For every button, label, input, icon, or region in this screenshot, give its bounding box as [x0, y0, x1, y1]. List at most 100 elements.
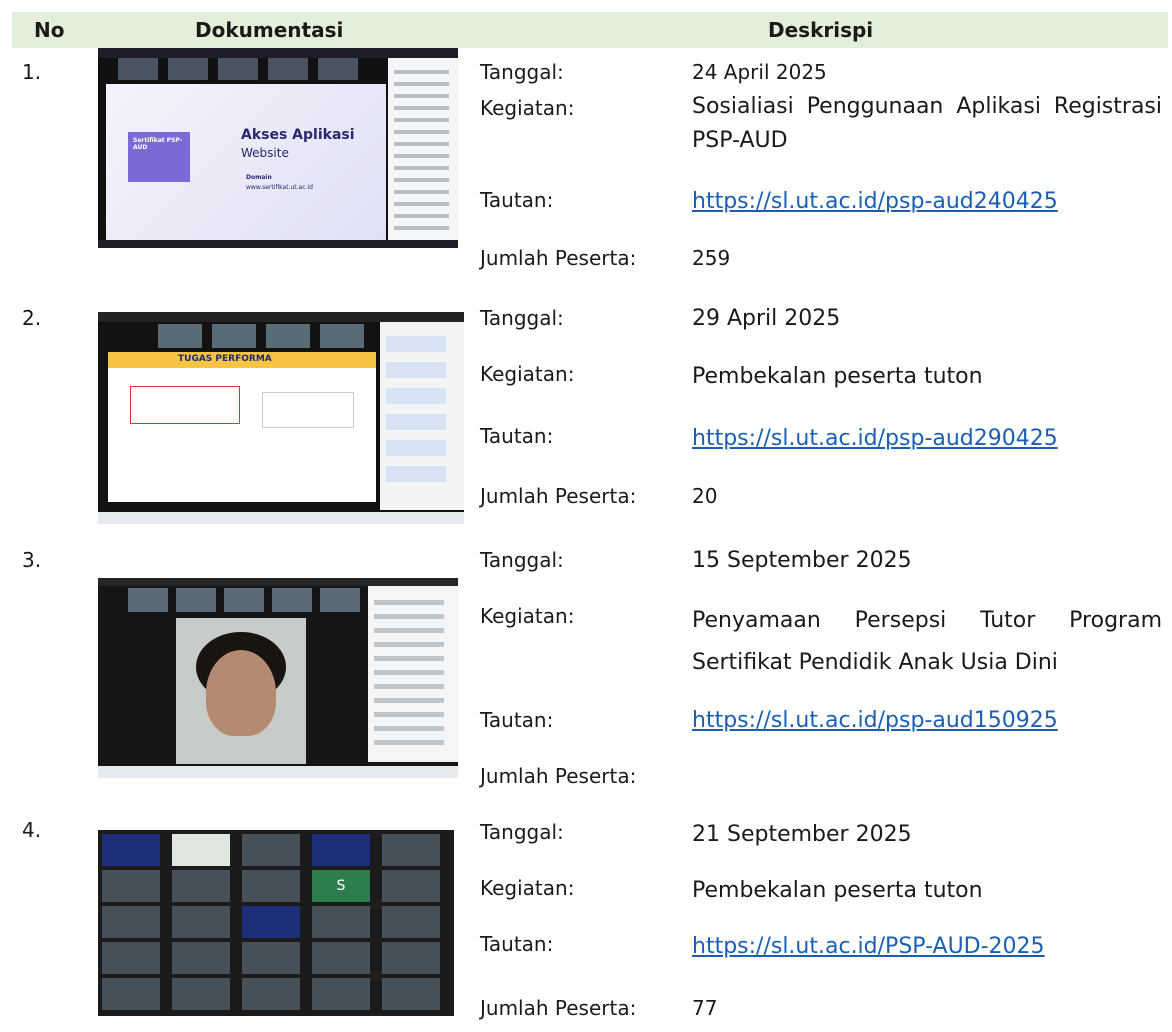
- label-kegiatan: Kegiatan:: [480, 96, 575, 120]
- participant-video: [272, 588, 312, 612]
- value-tanggal: 24 April 2025: [692, 60, 827, 84]
- taskbar: [98, 766, 458, 778]
- participant-tile: [242, 870, 300, 902]
- speaker-face: [206, 650, 276, 736]
- participant-tile: [312, 834, 370, 866]
- taskbar: [98, 512, 464, 524]
- value-tanggal: 29 April 2025: [692, 306, 841, 331]
- participant-video: [168, 58, 208, 80]
- label-kegiatan: Kegiatan:: [480, 604, 575, 628]
- participant-tile: [172, 978, 230, 1010]
- header-deskripsi: Deskrispi: [768, 18, 874, 42]
- participant-tile: [172, 870, 230, 902]
- participant-tile: [382, 978, 440, 1010]
- participant-tile: [382, 942, 440, 974]
- slide-subtitle: Website: [241, 146, 289, 160]
- participant-video: [176, 588, 216, 612]
- participant-tile: [102, 870, 160, 902]
- value-kegiatan: Sosialiasi Penggunaan Aplikasi Registras…: [692, 94, 1162, 153]
- participant-tile: [382, 834, 440, 866]
- participant-tile: [242, 834, 300, 866]
- value-kegiatan: Pembekalan peserta tuton: [692, 878, 983, 903]
- link-tautan[interactable]: https://sl.ut.ac.id/psp-aud150925: [692, 708, 1058, 733]
- participant-tile: [172, 942, 230, 974]
- participant-video: [318, 58, 358, 80]
- label-kegiatan: Kegiatan:: [480, 362, 575, 386]
- participant-video: [212, 324, 256, 348]
- slide-title: Akses Aplikasi: [241, 127, 355, 143]
- window-titlebar: [98, 48, 458, 58]
- documentation-thumbnail: Sertifikat PSP-AUD Akses Aplikasi Websit…: [98, 48, 458, 248]
- label-kegiatan: Kegiatan:: [480, 876, 575, 900]
- participant-video: [320, 588, 360, 612]
- label-jumlah-peserta: Jumlah Peserta:: [480, 996, 637, 1020]
- label-tanggal: Tanggal:: [480, 306, 564, 330]
- participant-video: [320, 324, 364, 348]
- link-tautan[interactable]: https://sl.ut.ac.id/PSP-AUD-2025: [692, 934, 1045, 959]
- taskbar: [98, 240, 458, 248]
- value-jumlah-peserta: 77: [692, 996, 718, 1020]
- participant-tile: [102, 942, 160, 974]
- participant-tile: [312, 942, 370, 974]
- label-tanggal: Tanggal:: [480, 548, 564, 572]
- documentation-thumbnail: S: [98, 830, 454, 1016]
- participant-tile: [312, 906, 370, 938]
- participant-tile: [312, 978, 370, 1010]
- participant-video: [128, 588, 168, 612]
- label-jumlah-peserta: Jumlah Peserta:: [480, 764, 637, 788]
- participant-tile: [172, 906, 230, 938]
- slide-title: TUGAS PERFORMA: [178, 354, 272, 364]
- header-no: No: [34, 18, 65, 42]
- participant-video: [224, 588, 264, 612]
- video-strip: [158, 324, 364, 348]
- label-jumlah-peserta: Jumlah Peserta:: [480, 484, 637, 508]
- participant-video: [118, 58, 158, 80]
- value-kegiatan: Pembekalan peserta tuton: [692, 364, 983, 389]
- table-header: No Dokumentasi Deskrispi: [12, 12, 1168, 48]
- participant-tile: [102, 906, 160, 938]
- participant-tile: [172, 834, 230, 866]
- label-tautan: Tautan:: [480, 188, 554, 212]
- video-strip: [128, 588, 368, 612]
- participants-panel: [388, 58, 458, 240]
- slide-box: [262, 392, 354, 428]
- participant-tile: [242, 942, 300, 974]
- value-jumlah-peserta: 259: [692, 246, 731, 270]
- label-tanggal: Tanggal:: [480, 60, 564, 84]
- participant-tile: [242, 978, 300, 1010]
- video-strip: [118, 58, 368, 80]
- participant-tile: [102, 834, 160, 866]
- participant-video: [266, 324, 310, 348]
- row-number: 1.: [22, 60, 42, 84]
- value-tanggal: 21 September 2025: [692, 822, 912, 847]
- documentation-thumbnail: TUGAS PERFORMA: [98, 312, 464, 524]
- participants-panel: [368, 586, 458, 762]
- participant-tile: [102, 978, 160, 1010]
- participant-tile: [242, 906, 300, 938]
- window-titlebar: [98, 578, 458, 586]
- documentation-thumbnail: [98, 578, 458, 778]
- window-titlebar: [98, 312, 464, 322]
- label-tanggal: Tanggal:: [480, 820, 564, 844]
- row-number: 2.: [22, 306, 42, 330]
- participant-tile: [382, 906, 440, 938]
- slide-card: Sertifikat PSP-AUD: [128, 132, 190, 182]
- participant-tile: [382, 870, 440, 902]
- value-jumlah-peserta: 20: [692, 484, 718, 508]
- label-tautan: Tautan:: [480, 932, 554, 956]
- slide-domain-label: Domain: [246, 174, 272, 181]
- link-tautan[interactable]: https://sl.ut.ac.id/psp-aud290425: [692, 426, 1058, 451]
- row-number: 3.: [22, 548, 42, 572]
- link-tautan[interactable]: https://sl.ut.ac.id/psp-aud240425: [692, 189, 1058, 214]
- speaker-video: [176, 618, 306, 764]
- slide-box: [130, 386, 240, 424]
- participant-video: [158, 324, 202, 348]
- presentation-slide: Sertifikat PSP-AUD Akses Aplikasi Websit…: [106, 84, 386, 240]
- presentation-slide: TUGAS PERFORMA: [108, 352, 376, 502]
- participant-video: [268, 58, 308, 80]
- header-dokumentasi: Dokumentasi: [195, 18, 344, 42]
- slide-domain-url: www.sertifikat.ut.ac.id: [246, 184, 313, 191]
- value-tanggal: 15 September 2025: [692, 548, 912, 573]
- row-number: 4.: [22, 818, 42, 842]
- label-tautan: Tautan:: [480, 424, 554, 448]
